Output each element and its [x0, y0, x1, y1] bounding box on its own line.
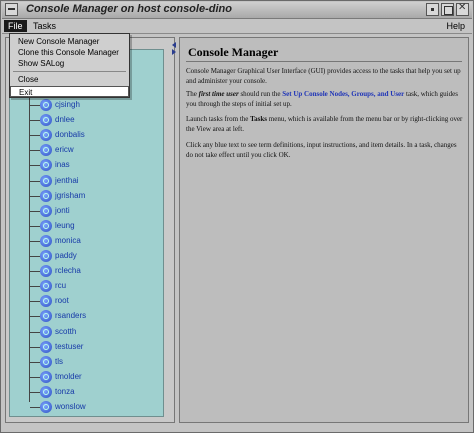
- tree-branch-line: [30, 271, 40, 273]
- tree-branch-line: [30, 150, 40, 152]
- user-icon: [40, 355, 52, 368]
- pane-splitter-arrows[interactable]: [172, 42, 177, 56]
- first-time-text-pre: The: [186, 90, 197, 98]
- help-paragraph-blue-text: Click any blue text to see term definiti…: [186, 140, 464, 160]
- user-icon: [40, 189, 52, 202]
- tree-user-label: jgrisham: [55, 190, 86, 200]
- tree-user-label: root: [55, 296, 69, 306]
- tree-user-label: rsanders: [55, 311, 87, 321]
- menu-item-show-salog[interactable]: Show SALog: [10, 58, 129, 69]
- maximize-button[interactable]: [441, 3, 454, 16]
- help-paragraph-first-time: The first time user should run the Set U…: [186, 89, 464, 109]
- tree-branch-line: [30, 240, 40, 242]
- minimize-button[interactable]: [426, 3, 439, 16]
- user-icon: [40, 310, 52, 323]
- menu-bar: File Tasks Help: [2, 19, 472, 34]
- tree-user-label: paddy: [55, 251, 77, 260]
- user-icon: [40, 370, 52, 383]
- tree-user-label: tmolder: [55, 371, 82, 381]
- file-menu-dropdown: New Console Manager Clone this Console M…: [9, 33, 130, 98]
- help-title: Console Manager: [188, 45, 279, 59]
- user-tree: cjsingh dnlee donbalis ericw inas jenthai jgri…: [9, 49, 164, 417]
- tree-branch-line: [30, 346, 40, 348]
- user-icon: [40, 401, 52, 413]
- user-icon: [40, 325, 52, 338]
- user-icon: [40, 385, 52, 398]
- tree-user-label: donbalis: [55, 130, 85, 140]
- user-icon: [40, 265, 52, 278]
- tree-user-label: monica: [55, 235, 81, 245]
- user-icon: [40, 204, 52, 217]
- user-icon: [40, 219, 52, 232]
- tree-user-label: dnlee: [55, 115, 75, 125]
- user-icon: [40, 280, 52, 293]
- tree-user-label: scotth: [55, 326, 77, 336]
- tree-user-label: leung: [55, 220, 75, 230]
- menu-help[interactable]: Help: [442, 20, 469, 32]
- tree-branch-line: [30, 301, 40, 303]
- menu-separator: [13, 71, 126, 72]
- tree-branch-line: [30, 361, 40, 363]
- tree-branch-line: [30, 286, 40, 288]
- menu-item-clone-console-manager[interactable]: Clone this Console Manager: [10, 47, 129, 58]
- window-menu-button[interactable]: [5, 3, 18, 16]
- tree-branch-line: [30, 407, 40, 408]
- tree-branch-line: [30, 376, 40, 378]
- menu-item-exit[interactable]: Exit: [10, 86, 129, 97]
- tree-user-label: wei: [55, 416, 67, 417]
- tree-user-label: ericw: [55, 145, 74, 155]
- tree-user-label: tls: [55, 356, 63, 366]
- tree-branch-line: [30, 165, 40, 167]
- user-icon: [40, 250, 52, 262]
- tree-user-label: jenthai: [55, 175, 79, 185]
- tree-branch-line: [30, 331, 40, 333]
- tree-user-label: testuser: [55, 341, 84, 351]
- tree-branch-line: [30, 105, 40, 106]
- menu-item-new-console-manager[interactable]: New Console Manager: [10, 36, 129, 47]
- user-icon: [40, 340, 52, 353]
- user-icon: [40, 99, 52, 111]
- first-time-text-mid: should run the: [240, 90, 281, 98]
- tree-user-label: jonti: [55, 205, 70, 215]
- tree-branch-line: [30, 195, 40, 197]
- tree-user-label: rcu: [55, 281, 67, 291]
- launch-text-pre: Launch tasks from the: [186, 115, 249, 123]
- menu-tasks[interactable]: Tasks: [29, 20, 60, 32]
- help-divider: [186, 61, 462, 62]
- user-icon: [40, 159, 52, 172]
- tasks-menu-emphasis: Tasks: [250, 115, 268, 123]
- blue-text-instructions: Click any blue text to see term definiti…: [186, 141, 457, 159]
- tree-branch-line: [30, 316, 40, 318]
- window-title: Console Manager on host console-dino: [26, 3, 232, 15]
- first-time-user-emphasis: first time user: [198, 90, 239, 98]
- tree-user-label: tonza: [55, 386, 75, 396]
- user-icon: [40, 114, 52, 127]
- setup-console-task-link[interactable]: Set Up Console Nodes, Groups, and User: [282, 90, 404, 98]
- tree-user-label: rclecha: [55, 266, 81, 276]
- user-icon: [40, 174, 52, 187]
- close-window-button[interactable]: [456, 2, 469, 16]
- tree-branch-line: [30, 180, 40, 182]
- tree-branch-line: [30, 225, 40, 227]
- tree-branch-line: [30, 210, 40, 212]
- menu-file[interactable]: File: [4, 20, 27, 32]
- tree-branch-line: [30, 256, 40, 257]
- user-icon: [40, 129, 52, 142]
- help-paragraph-launch: Launch tasks from the Tasks menu, which …: [186, 114, 464, 134]
- user-icon: [40, 144, 52, 157]
- title-bar[interactable]: Console Manager on host console-dino: [2, 2, 472, 19]
- user-icon: [40, 295, 52, 308]
- tree-user-label: inas: [55, 160, 70, 170]
- menu-item-close[interactable]: Close: [10, 74, 129, 85]
- user-icon: [40, 416, 52, 417]
- tree-branch-line: [30, 120, 40, 122]
- tree-user-label: cjsingh: [55, 100, 80, 109]
- tree-user-label: wonslow: [55, 402, 86, 411]
- help-paragraph-intro: Console Manager Graphical User Interface…: [186, 66, 464, 86]
- user-icon: [40, 234, 52, 247]
- tree-branch-line: [30, 391, 40, 393]
- intro-text: Console Manager Graphical User Interface…: [186, 67, 461, 85]
- tree-branch-line: [30, 135, 40, 137]
